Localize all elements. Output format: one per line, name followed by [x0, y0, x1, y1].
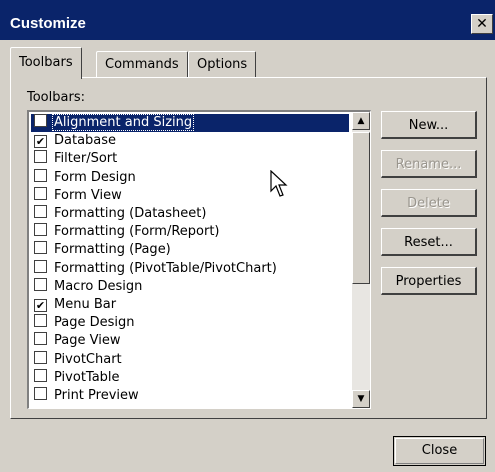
toolbar-list-item[interactable]: PivotTable — [31, 368, 349, 387]
toolbar-list-item[interactable]: Formatting (Datasheet) — [31, 205, 349, 223]
toolbar-list-item[interactable]: Print Preview — [31, 387, 349, 405]
toolbar-item-label: Form View — [54, 187, 122, 203]
toolbar-checkbox[interactable] — [34, 168, 47, 182]
toolbar-item-label: Menu Bar — [54, 297, 117, 312]
scroll-up-icon[interactable]: ▲ — [352, 112, 370, 130]
toolbar-item-label: Macro Design — [54, 278, 143, 294]
toolbar-item-label: Formatting (Page) — [54, 242, 171, 258]
close-icon[interactable]: ✕ — [471, 14, 493, 34]
vertical-scrollbar[interactable]: ▲ ▼ — [352, 112, 370, 408]
toolbar-checkbox[interactable] — [34, 332, 47, 346]
toolbar-checkbox[interactable] — [34, 205, 47, 218]
toolbar-checkbox[interactable] — [34, 241, 47, 255]
toolbar-item-label: Formatting (Datasheet) — [54, 206, 207, 221]
toolbar-list-item[interactable]: Filter/Sort — [31, 150, 349, 168]
toolbar-item-label: Formatting (PivotTable/PivotChart) — [54, 260, 277, 276]
toolbar-list-item[interactable]: Alignment and Sizing — [31, 114, 349, 132]
toolbar-list-item[interactable]: ✔ Menu Bar — [31, 296, 349, 314]
toolbar-list-item[interactable]: Page Design — [31, 314, 349, 332]
toolbar-checkbox[interactable] — [34, 150, 47, 164]
toolbar-item-label: Form Design — [54, 169, 136, 185]
toolbar-list-item[interactable]: Page View — [31, 332, 349, 350]
delete-button[interactable]: Delete — [381, 189, 477, 217]
toolbar-checkbox[interactable] — [34, 387, 47, 400]
scroll-down-icon[interactable]: ▼ — [352, 390, 370, 408]
toolbar-item-label: PivotTable — [54, 369, 120, 385]
toolbar-checkbox[interactable] — [34, 114, 47, 127]
tab-toolbars[interactable]: Toolbars — [10, 47, 82, 79]
toolbar-checkbox[interactable] — [34, 186, 47, 200]
title-bar: Customize ✕ — [0, 0, 495, 40]
toolbar-list-item[interactable]: Form Design — [31, 168, 349, 187]
toolbar-item-label: Filter/Sort — [54, 151, 118, 167]
toolbar-list-item[interactable]: Form View — [31, 186, 349, 205]
toolbar-item-label: Database — [54, 133, 117, 149]
toolbars-list-label: Toolbars: — [27, 90, 85, 105]
close-button-label: Close — [421, 443, 458, 458]
mouse-pointer-icon — [270, 170, 288, 197]
tab-options[interactable]: Options — [188, 51, 257, 78]
toolbar-checkbox[interactable] — [34, 259, 47, 273]
properties-button[interactable]: Properties — [381, 267, 477, 295]
toolbar-item-label: Print Preview — [54, 388, 139, 403]
toolbar-checkbox[interactable]: ✔ — [34, 299, 47, 312]
toolbar-item-label: Page Design — [54, 315, 135, 331]
toolbar-list-item[interactable]: Formatting (Form/Report) — [31, 223, 349, 241]
reset-button[interactable]: Reset... — [381, 228, 477, 256]
toolbar-item-label: Alignment and Sizing — [51, 114, 195, 131]
close-button[interactable]: Close — [393, 436, 486, 466]
toolbar-checkbox[interactable] — [34, 350, 47, 364]
new-button[interactable]: New... — [381, 111, 477, 139]
toolbar-item-label: Formatting (Form/Report) — [54, 224, 220, 240]
toolbar-checkbox[interactable]: ✔ — [34, 135, 47, 149]
toolbar-list-item[interactable]: PivotChart — [31, 350, 349, 369]
toolbar-item-label: Page View — [54, 333, 121, 349]
toolbar-item-label: PivotChart — [54, 351, 122, 367]
toolbar-checkbox[interactable] — [34, 277, 47, 291]
toolbar-checkbox[interactable] — [34, 223, 47, 237]
toolbar-list-item[interactable]: Macro Design — [31, 277, 349, 296]
toolbar-checkbox[interactable] — [34, 368, 47, 382]
toolbars-listbox[interactable]: Alignment and Sizing ✔ Database Filter/Sort… — [27, 110, 371, 409]
toolbar-list-item[interactable]: Formatting (Page) — [31, 241, 349, 259]
toolbar-list-item[interactable]: ✔ Database — [31, 132, 349, 150]
rename-button[interactable]: Rename... — [381, 150, 477, 178]
toolbar-list-item[interactable]: Formatting (PivotTable/PivotChart) — [31, 259, 349, 278]
tab-commands[interactable]: Commands — [96, 51, 188, 78]
toolbar-checkbox[interactable] — [34, 314, 47, 328]
scroll-thumb[interactable] — [352, 132, 370, 284]
window-title: Customize — [10, 15, 86, 32]
